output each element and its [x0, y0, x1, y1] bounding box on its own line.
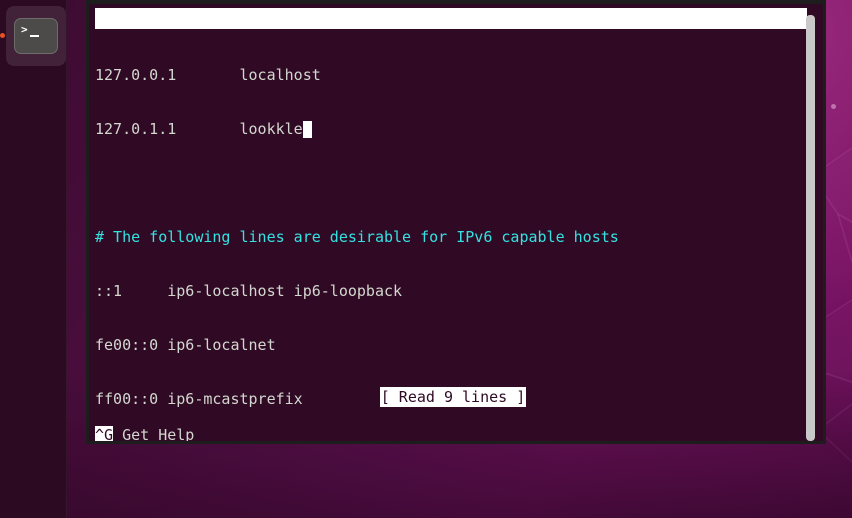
buffer-line: # The following lines are desirable for …	[95, 228, 811, 246]
buffer-line	[95, 174, 811, 192]
buffer-line: 127.0.1.1 lookkle	[95, 120, 811, 138]
terminal-content: GNU nano 4.8 /etc/hosts Modified 127.0.0…	[89, 4, 815, 441]
terminal-prompt-glyph: >	[21, 23, 28, 36]
nano-editor-buffer[interactable]: 127.0.0.1 localhost 127.0.1.1 lookkle # …	[95, 30, 811, 441]
terminal-icon: >	[14, 18, 58, 54]
buffer-line-text: # The following lines are desirable for …	[95, 228, 619, 246]
terminal-scrollbar-track[interactable]	[806, 7, 820, 441]
buffer-line: fe00::0 ip6-localnet	[95, 336, 811, 354]
terminal-scrollbar-thumb[interactable]	[806, 15, 815, 441]
terminal-window[interactable]: GNU nano 4.8 /etc/hosts Modified 127.0.0…	[86, 0, 826, 444]
buffer-line-text: 127.0.0.1 localhost	[95, 66, 321, 84]
buffer-line: ::1 ip6-localhost ip6-loopback	[95, 282, 811, 300]
ubuntu-dock: >	[0, 0, 67, 518]
dock-item-terminal[interactable]: >	[6, 6, 66, 66]
buffer-line-text: fe00::0 ip6-localnet	[95, 336, 276, 354]
nano-status-area: [ Read 9 lines ]	[95, 387, 811, 407]
terminal-cursor-glyph	[30, 35, 39, 37]
nano-titlebar: GNU nano 4.8 /etc/hosts Modified	[95, 8, 813, 90]
text-cursor	[302, 121, 312, 138]
buffer-line: 127.0.0.1 localhost	[95, 66, 811, 84]
nano-shortcut-row-2: ^X Exit ^R Read File ^\ Replace ^U Paste…	[95, 426, 811, 441]
screen: > GNU nano 4.8 /etc/hosts Modified 127.0…	[0, 0, 852, 518]
status-message: [ Read 9 lines ]	[379, 387, 527, 407]
dock-running-indicator	[0, 33, 5, 38]
wallpaper-dot-icon	[831, 104, 836, 109]
buffer-line-text: ::1 ip6-localhost ip6-loopback	[95, 282, 403, 300]
buffer-line-text: 127.0.1.1 lookkle	[95, 120, 303, 138]
